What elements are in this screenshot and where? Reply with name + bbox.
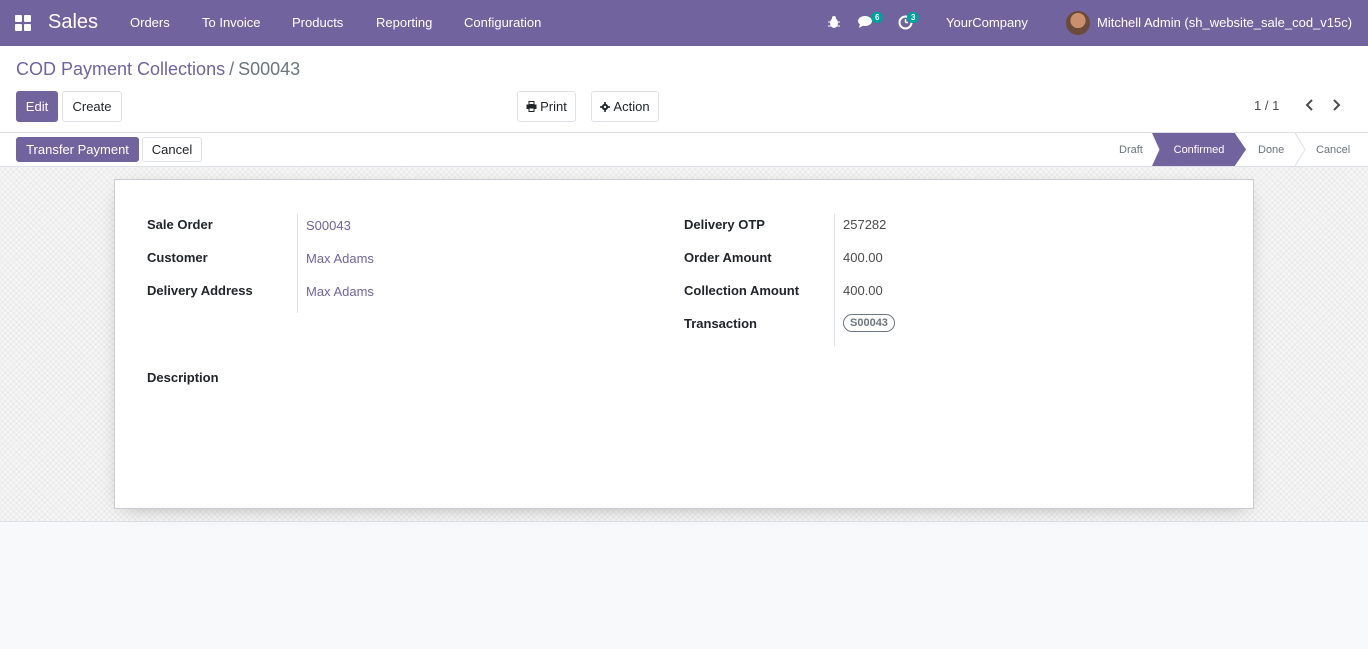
top-navbar: Sales Orders To Invoice Products Reporti…	[0, 0, 1368, 46]
create-button[interactable]: Create	[62, 91, 122, 122]
order-amount-label: Order Amount	[684, 250, 772, 265]
app-name[interactable]: Sales	[48, 11, 98, 34]
messages-badge: 6	[871, 12, 884, 23]
order-amount-value: 400.00	[843, 250, 883, 265]
menu-products[interactable]: Products	[292, 15, 343, 30]
user-menu[interactable]: Mitchell Admin (sh_website_sale_cod_v15c…	[1097, 15, 1352, 30]
customer-label: Customer	[147, 250, 208, 265]
menu-reporting[interactable]: Reporting	[376, 15, 432, 30]
transaction-label: Transaction	[684, 316, 757, 331]
stage-done[interactable]: Done	[1258, 133, 1284, 166]
stage-confirmed[interactable]: Confirmed	[1152, 133, 1246, 166]
collection-amount-label: Collection Amount	[684, 283, 800, 298]
transfer-payment-button[interactable]: Transfer Payment	[16, 137, 139, 162]
cancel-button[interactable]: Cancel	[142, 137, 202, 162]
menu-configuration[interactable]: Configuration	[464, 15, 541, 30]
right-group-divider	[834, 214, 835, 346]
delivery-otp-value: 257282	[843, 217, 887, 232]
transaction-tag[interactable]: S00043	[843, 314, 895, 332]
print-icon	[526, 101, 537, 112]
breadcrumb: COD Payment Collections / S00043	[16, 59, 300, 80]
action-button[interactable]: Action	[591, 91, 659, 122]
stage-cancel[interactable]: Cancel	[1316, 133, 1350, 166]
bug-icon[interactable]	[827, 15, 841, 29]
stage-draft[interactable]: Draft	[1119, 133, 1143, 166]
activities-badge: 3	[907, 12, 920, 23]
action-label: Action	[613, 99, 650, 114]
sale-order-label: Sale Order	[147, 217, 213, 232]
delivery-address-link[interactable]: Max Adams	[306, 284, 374, 299]
delivery-address-label: Delivery Address	[147, 283, 253, 298]
stage-divider	[1294, 133, 1306, 166]
pager-next-icon[interactable]	[1332, 99, 1342, 111]
menu-to-invoice[interactable]: To Invoice	[202, 15, 261, 30]
customer-link[interactable]: Max Adams	[306, 251, 374, 266]
pager-previous-icon[interactable]	[1304, 99, 1314, 111]
left-group-divider	[297, 214, 298, 313]
collection-amount-value: 400.00	[843, 283, 883, 298]
breadcrumb-parent-link[interactable]: COD Payment Collections	[16, 59, 225, 79]
gear-icon	[600, 101, 611, 112]
user-avatar[interactable]	[1066, 11, 1090, 35]
breadcrumb-separator: /	[229, 59, 235, 79]
print-button[interactable]: Print	[517, 91, 576, 122]
pager-value[interactable]: 1 / 1	[1254, 98, 1279, 113]
menu-orders[interactable]: Orders	[130, 15, 170, 30]
print-label: Print	[540, 99, 567, 114]
edit-button[interactable]: Edit	[16, 91, 58, 122]
breadcrumb-current: S00043	[238, 59, 301, 79]
statusbar: Transfer Payment Cancel Draft Confirmed …	[0, 133, 1368, 167]
delivery-otp-label: Delivery OTP	[684, 217, 765, 232]
form-sheet: Sale Order Customer Delivery Address S00…	[114, 179, 1254, 509]
apps-grid-icon[interactable]	[15, 15, 33, 31]
company-switcher[interactable]: YourCompany	[946, 15, 1028, 30]
sale-order-link[interactable]: S00043	[306, 218, 351, 233]
control-panel: COD Payment Collections / S00043 Edit Crea…	[0, 46, 1368, 133]
description-label: Description	[147, 370, 219, 385]
